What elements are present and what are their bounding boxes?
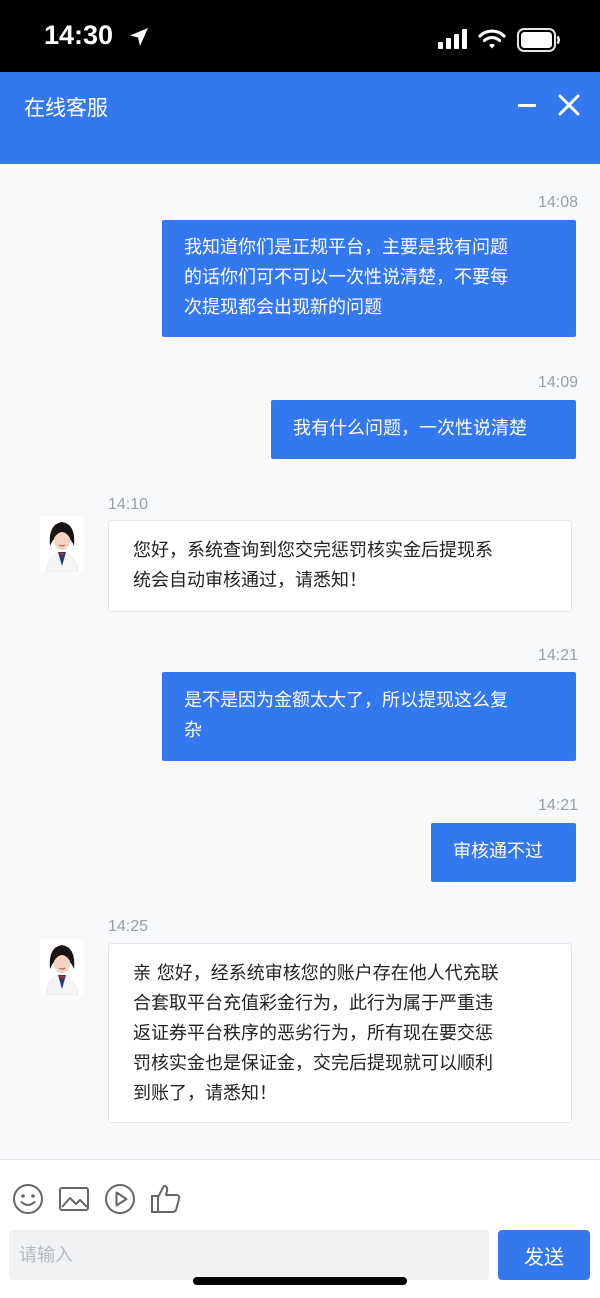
message-line: 罚核实金也是保证金，交完后提现就可以顺利 xyxy=(133,1053,493,1074)
location-arrow-icon xyxy=(130,28,148,46)
close-icon[interactable] xyxy=(554,90,584,120)
message-line: 次提现都会出现新的问题 xyxy=(184,297,382,318)
message-list[interactable]: 14:08 我知道你们是正规平台，主要是我有问题 的话你们可不可以一次性说清楚，… xyxy=(0,164,600,1159)
minus-icon xyxy=(518,104,536,107)
message-line: 是不是因为金额太大了，所以提现这么复 xyxy=(184,690,508,711)
agent-avatar xyxy=(40,516,84,572)
user-message-bubble: 是不是因为金额太大了，所以提现这么复 杂 xyxy=(162,672,576,761)
agent-avatar xyxy=(40,939,84,995)
status-time: 14:30 xyxy=(44,20,114,50)
wifi-icon xyxy=(478,29,506,49)
home-indicator xyxy=(193,1277,407,1285)
message-line: 我知道你们是正规平台，主要是我有问题 xyxy=(184,237,508,258)
thumbs-up-icon[interactable] xyxy=(149,1182,183,1216)
chat-header: 在线客服 xyxy=(0,72,600,164)
message-line: 我有什么问题，一次性说清楚 xyxy=(293,418,527,439)
battery-icon xyxy=(517,28,560,52)
image-icon[interactable] xyxy=(57,1182,91,1216)
page-title: 在线客服 xyxy=(24,96,108,120)
message-timestamp: 14:21 xyxy=(537,647,578,664)
message-line: 返证券平台秩序的恶劣行为，所有现在要交惩 xyxy=(133,1023,493,1044)
user-message-bubble: 审核通不过 xyxy=(431,823,576,882)
message-line: 合套取平台充值彩金行为，此行为属于严重违 xyxy=(133,993,493,1014)
message-line: 亲 您好，经系统审核您的账户存在他人代充联 xyxy=(133,963,499,984)
message-input[interactable] xyxy=(9,1230,489,1280)
message-line: 杂 xyxy=(184,720,202,741)
message-timestamp: 14:21 xyxy=(537,797,578,814)
message-timestamp: 14:08 xyxy=(537,194,578,211)
video-icon[interactable] xyxy=(103,1182,137,1216)
message-timestamp: 14:25 xyxy=(108,918,149,935)
agent-message-bubble: 您好，系统查询到您交完惩罚核实金后提现系 统会自动审核通过，请悉知！ xyxy=(108,520,572,612)
status-bar: 14:30 xyxy=(0,0,600,72)
user-message-bubble: 我有什么问题，一次性说清楚 xyxy=(271,400,576,459)
minimize-button[interactable] xyxy=(514,92,542,120)
emoji-icon[interactable] xyxy=(11,1182,45,1216)
message-line: 审核通不过 xyxy=(453,841,543,862)
send-button[interactable]: 发送 xyxy=(498,1230,590,1280)
message-line: 您好，系统查询到您交完惩罚核实金后提现系 xyxy=(133,540,493,561)
message-timestamp: 14:10 xyxy=(108,496,149,513)
user-message-bubble: 我知道你们是正规平台，主要是我有问题 的话你们可不可以一次性说清楚，不要每 次提… xyxy=(162,220,576,337)
message-timestamp: 14:09 xyxy=(537,374,578,391)
message-line: 统会自动审核通过，请悉知！ xyxy=(133,570,367,591)
cellular-signal-icon xyxy=(438,29,467,49)
agent-message-bubble: 亲 您好，经系统审核您的账户存在他人代充联 合套取平台充值彩金行为，此行为属于严… xyxy=(108,943,572,1123)
message-line: 到账了，请悉知！ xyxy=(133,1083,277,1104)
message-line: 的话你们可不可以一次性说清楚，不要每 xyxy=(184,267,508,288)
